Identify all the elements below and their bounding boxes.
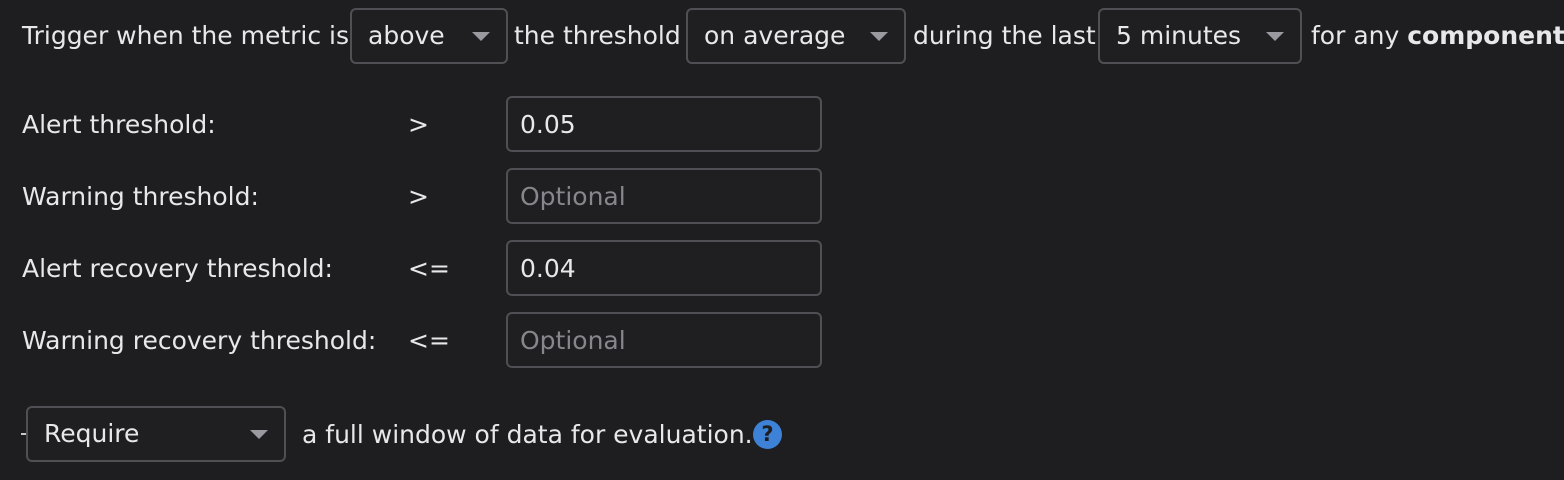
alert-threshold-label: Alert threshold:	[22, 110, 216, 139]
trigger-suffix-plain: for any	[1311, 21, 1400, 50]
alert-threshold-operator: >	[408, 110, 429, 139]
trigger-suffix-group-by: component	[1407, 21, 1564, 50]
alert-recovery-threshold-input[interactable]	[506, 240, 822, 296]
require-full-window-select[interactable]: Require	[26, 406, 286, 462]
warning-recovery-threshold-label: Warning recovery threshold:	[22, 326, 377, 355]
alert-threshold-input[interactable]	[506, 96, 822, 152]
aggregation-select-value: on average	[704, 21, 846, 50]
alert-recovery-threshold-label: Alert recovery threshold:	[22, 254, 333, 283]
trigger-prefix-label: Trigger when the metric is	[22, 21, 350, 50]
aggregation-select[interactable]: on average	[686, 8, 906, 64]
chevron-down-icon	[1266, 32, 1284, 41]
warning-recovery-threshold-operator: <=	[408, 326, 450, 355]
full-window-description: a full window of data for evaluation.	[302, 420, 753, 449]
time-window-select[interactable]: 5 minutes	[1098, 8, 1302, 64]
trigger-suffix: for any component	[1311, 21, 1564, 51]
trigger-mid2-label: during the last	[913, 21, 1096, 50]
chevron-down-icon	[250, 430, 268, 439]
require-full-window-select-value: Require	[44, 419, 140, 448]
time-window-select-value: 5 minutes	[1116, 21, 1242, 50]
chevron-down-icon	[870, 32, 888, 41]
warning-threshold-label: Warning threshold:	[22, 182, 259, 211]
chevron-down-icon	[472, 32, 490, 41]
warning-threshold-operator: >	[408, 182, 429, 211]
trigger-mid1-label: the threshold	[514, 21, 681, 50]
comparison-select-value: above	[368, 21, 445, 50]
warning-recovery-threshold-input[interactable]	[506, 312, 822, 368]
question-circle-icon[interactable]: ?	[753, 420, 782, 449]
comparison-select[interactable]: above	[350, 8, 508, 64]
alert-recovery-threshold-operator: <=	[408, 254, 450, 283]
warning-threshold-input[interactable]	[506, 168, 822, 224]
